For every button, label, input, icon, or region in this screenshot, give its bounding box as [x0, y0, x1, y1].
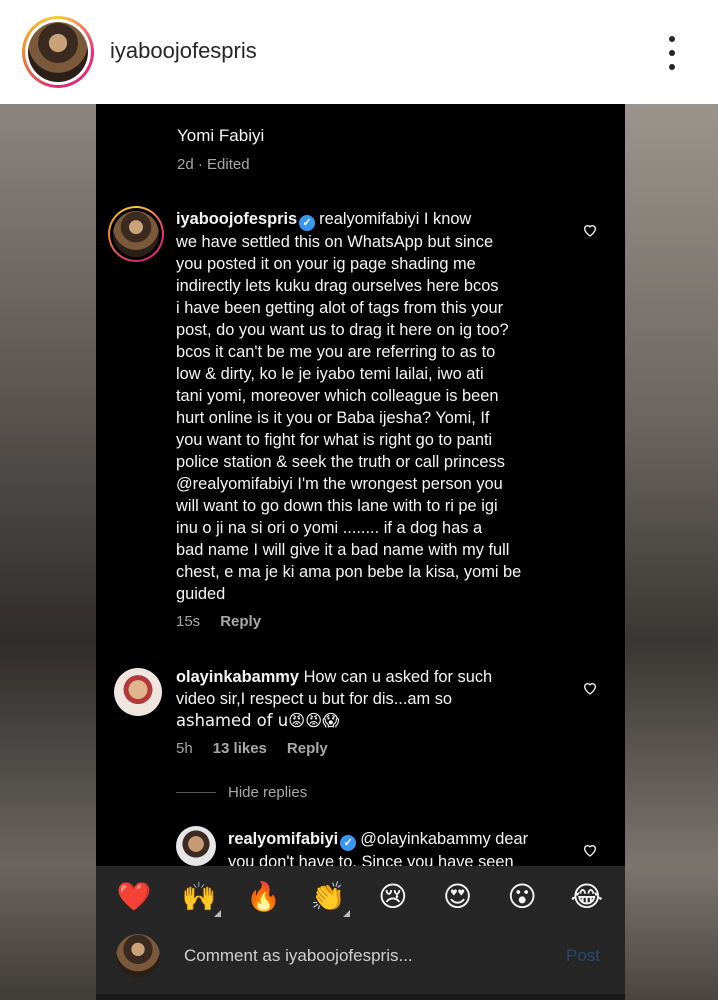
post-header: iyaboojofespris — [0, 0, 718, 104]
comment-meta: 15s Reply — [176, 613, 261, 630]
reply-button[interactable]: Reply — [220, 613, 261, 630]
comment-avatar[interactable] — [114, 668, 162, 716]
comment-meta: 5h 13 likes Reply — [176, 740, 328, 757]
comment-composer: Comment as iyaboojofespris... Post — [96, 926, 625, 1000]
crying-emoji-icon[interactable]: 😢 — [373, 880, 413, 913]
story-avatar[interactable] — [22, 16, 94, 88]
nav-bar-strip — [96, 994, 625, 1000]
comment-time: 5h — [176, 740, 193, 757]
blurred-background-left — [0, 104, 96, 1000]
comment-input[interactable]: Comment as iyaboojofespris... — [184, 946, 413, 966]
comment-text: iyaboojofespris ✓ realyomifabiyi I know we… — [176, 210, 522, 603]
like-heart-icon[interactable] — [582, 680, 598, 696]
like-heart-icon[interactable] — [582, 222, 598, 238]
comment-username[interactable]: iyaboojofespris — [176, 210, 297, 228]
heart-emoji-icon[interactable]: ❤️ — [114, 880, 154, 913]
likes-count[interactable]: 13 likes — [213, 740, 267, 757]
comment-avatar[interactable] — [108, 206, 164, 262]
avatar-image — [28, 22, 88, 82]
more-options-icon[interactable] — [664, 36, 680, 70]
comments-screenshot: Yomi Fabiyi 2d · Edited iyaboojofespris ✓… — [96, 104, 625, 1000]
comment-username[interactable]: olayinkabammy — [176, 668, 299, 686]
reply-username[interactable]: realyomifabiyi — [228, 830, 338, 848]
post-username[interactable]: iyaboojofespris — [110, 38, 257, 64]
verified-badge-icon: ✓ — [340, 835, 357, 851]
laughing-emoji-icon[interactable]: 😂 — [567, 880, 607, 913]
previous-comment-meta: 2d · Edited — [177, 156, 250, 173]
raised-hands-emoji-icon[interactable]: 🙌 — [179, 880, 221, 917]
hide-replies-toggle[interactable]: Hide replies — [176, 784, 307, 801]
post-button[interactable]: Post — [566, 946, 600, 966]
comment-time: 15s — [176, 613, 201, 630]
surprised-emoji-icon[interactable]: 😮 — [502, 880, 542, 913]
reply-avatar[interactable] — [176, 826, 216, 866]
comment-text: olayinkabammy How can u asked for such v… — [176, 668, 493, 730]
previous-comment-name: Yomi Fabiyi — [177, 126, 265, 145]
like-heart-icon[interactable] — [582, 842, 598, 858]
reply-button[interactable]: Reply — [287, 740, 328, 757]
composer-avatar — [116, 934, 160, 978]
fire-emoji-icon[interactable]: 🔥 — [244, 880, 284, 913]
clapping-emoji-icon[interactable]: 👏 — [308, 880, 351, 917]
emoji-reaction-bar: ❤️ 🙌 🔥 👏 😢 😍 😮 😂 — [96, 866, 625, 926]
heart-eyes-emoji-icon[interactable]: 😍 — [437, 880, 477, 913]
blurred-background-right — [625, 104, 718, 1000]
verified-badge-icon: ✓ — [299, 215, 316, 231]
